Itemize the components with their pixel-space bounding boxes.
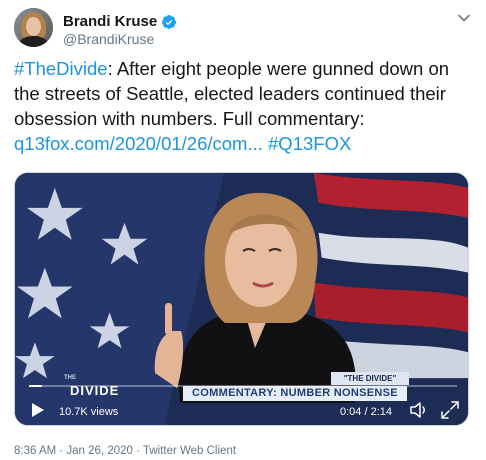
play-icon[interactable] <box>31 402 45 418</box>
hashtag-thedivide[interactable]: #TheDivide <box>14 58 108 79</box>
tweet: Brandi Kruse @BrandiKruse #TheDivide: Af… <box>0 0 486 460</box>
handle[interactable]: @BrandiKruse <box>63 31 154 47</box>
author-name-row[interactable]: Brandi Kruse <box>63 13 177 30</box>
video-player[interactable]: THE DIVIDE "THE DIVIDE" COMMENTARY: NUMBE… <box>14 172 469 426</box>
avatar[interactable] <box>14 8 53 47</box>
meta-separator: · <box>132 445 143 457</box>
show-tag: "THE DIVIDE" <box>331 372 409 385</box>
tweet-meta: 8:36 AM · Jan 26, 2020 · Twitter Web Cli… <box>14 445 236 457</box>
display-name[interactable]: Brandi Kruse <box>63 13 157 30</box>
view-count: 10.7K views <box>59 406 119 418</box>
video-time: 0:04 / 2:14 <box>340 406 392 418</box>
chyron: COMMENTARY: NUMBER NONSENSE <box>183 386 407 401</box>
fullscreen-icon[interactable] <box>441 401 459 419</box>
show-logo-prefix: THE <box>64 375 76 381</box>
client-link[interactable]: Twitter Web Client <box>143 445 236 457</box>
chevron-down-icon[interactable] <box>457 11 471 25</box>
commentary-link[interactable]: q13fox.com/2020/01/26/com... <box>14 133 263 154</box>
timestamp[interactable]: 8:36 AM · Jan 26, 2020 <box>14 445 133 457</box>
video-progress-fill <box>29 385 42 387</box>
verified-badge-icon <box>162 14 177 29</box>
show-logo: THE DIVIDE <box>64 375 120 398</box>
volume-icon[interactable] <box>409 400 429 420</box>
show-logo-name: DIVIDE <box>70 383 120 398</box>
tweet-text: #TheDivide: After eight people were gunn… <box>14 56 476 156</box>
hashtag-q13fox[interactable]: #Q13FOX <box>268 133 351 154</box>
